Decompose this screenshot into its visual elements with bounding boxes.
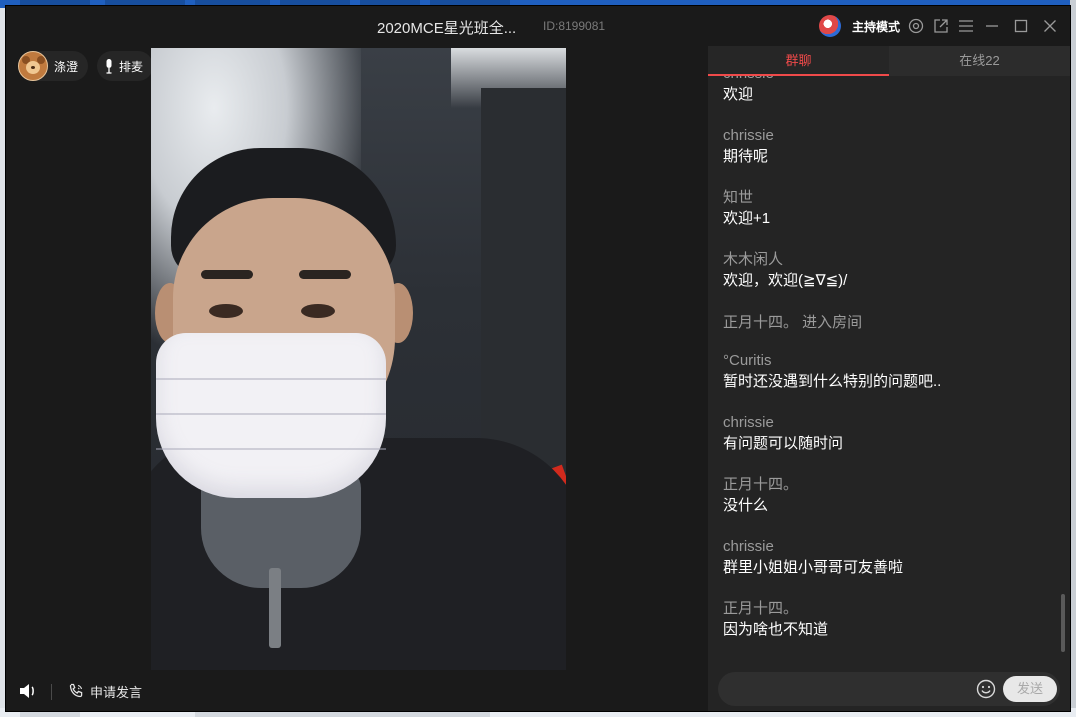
message-sender: 知世: [723, 189, 754, 206]
chat-input-field[interactable]: 发送: [718, 672, 1060, 706]
system-message: 正月十四。 进入房间: [723, 313, 1053, 333]
message-text: 期待呢: [723, 148, 769, 165]
room-id: ID:8199081: [543, 19, 606, 33]
message-sender: 正月十四。: [723, 600, 799, 617]
message-text: 没什么: [723, 497, 769, 514]
maximize-icon[interactable]: [1011, 16, 1031, 36]
user-avatar: [18, 51, 48, 81]
room-title: 2020MCE星光班全...: [377, 20, 517, 37]
close-icon[interactable]: [1040, 16, 1060, 36]
message-sender: chrissie: [723, 76, 1053, 84]
microphone-icon: [106, 59, 112, 74]
host-mode-label[interactable]: 主持模式: [852, 18, 900, 35]
message-text: 因为啥也不知道: [723, 621, 829, 638]
message-sender: 正月十四。: [723, 476, 799, 493]
tab-online[interactable]: 在线22: [889, 46, 1070, 76]
message-text: 有问题可以随时问: [723, 435, 844, 452]
chat-message: chrissie 群里小姐姐小哥哥可友善啦: [723, 537, 1053, 579]
apply-speak-label: 申请发言: [90, 684, 143, 700]
chat-message: 知世 欢迎+1: [723, 188, 1053, 230]
chat-message: °Curitis 暂时还没遇到什么特别的问题吧..: [723, 351, 1053, 393]
message-text: 欢迎，欢迎(≧∇≦)/: [723, 272, 848, 289]
send-button[interactable]: 发送: [1003, 676, 1057, 702]
message-sender: 木木闲人: [723, 251, 784, 268]
emoji-icon[interactable]: [976, 679, 996, 699]
chat-panel: 群聊 在线22 chrissie 欢迎 chrissie 期待呢 知世 欢迎+1…: [708, 46, 1070, 711]
mic-queue-button[interactable]: 排麦: [97, 51, 154, 81]
chat-message: chrissie 期待呢: [723, 126, 1053, 168]
live-room-window: 2020MCE星光班全... ID:8199081 主持模式 涤澄 排麦 申请发…: [5, 5, 1071, 712]
tab-group-chat[interactable]: 群聊: [708, 46, 889, 76]
chat-message: chrissie 有问题可以随时问: [723, 413, 1053, 455]
chat-message-list[interactable]: chrissie 欢迎 chrissie 期待呢 知世 欢迎+1 木木闲人 欢迎…: [708, 76, 1058, 671]
chat-message: 正月十四。 因为啥也不知道: [723, 599, 1053, 641]
message-text: 欢迎: [723, 86, 754, 103]
message-sender: chrissie: [723, 414, 774, 431]
apply-speak-button[interactable]: 申请发言: [68, 680, 142, 702]
message-sender: chrissie: [723, 538, 774, 555]
message-text: 暂时还没遇到什么特别的问题吧..: [723, 373, 942, 390]
video-area: 涤澄 排麦: [6, 46, 708, 671]
settings-icon[interactable]: [906, 16, 926, 36]
chat-scrollbar[interactable]: [1061, 594, 1065, 652]
menu-icon[interactable]: [956, 16, 976, 36]
speaker-icon[interactable]: [18, 681, 38, 701]
speaker-user-chip[interactable]: 涤澄: [18, 51, 89, 81]
message-sender: chrissie: [723, 127, 774, 144]
message-text: 欢迎+1: [723, 210, 771, 227]
system-message-text: 正月十四。 进入房间: [723, 314, 863, 331]
host-avatar[interactable]: [819, 15, 841, 37]
chat-message: chrissie 欢迎: [723, 76, 1053, 106]
bottom-control-bar: 申请发言: [6, 671, 708, 711]
title-bar: 2020MCE星光班全... ID:8199081 主持模式: [6, 6, 1070, 46]
chat-message: 正月十四。 没什么: [723, 475, 1053, 517]
phone-icon: [69, 683, 83, 698]
user-name: 涤澄: [54, 59, 79, 74]
video-feed: [151, 48, 566, 670]
minimize-icon[interactable]: [982, 16, 1002, 36]
mic-queue-label: 排麦: [119, 59, 144, 74]
chat-message: 木木闲人 欢迎，欢迎(≧∇≦)/: [723, 250, 1053, 292]
message-text: 群里小姐姐小哥哥可友善啦: [723, 559, 904, 576]
popout-icon[interactable]: [931, 16, 951, 36]
message-sender: °Curitis: [723, 352, 772, 369]
bottom-divider: [51, 684, 52, 700]
chat-tabs: 群聊 在线22: [708, 46, 1070, 76]
